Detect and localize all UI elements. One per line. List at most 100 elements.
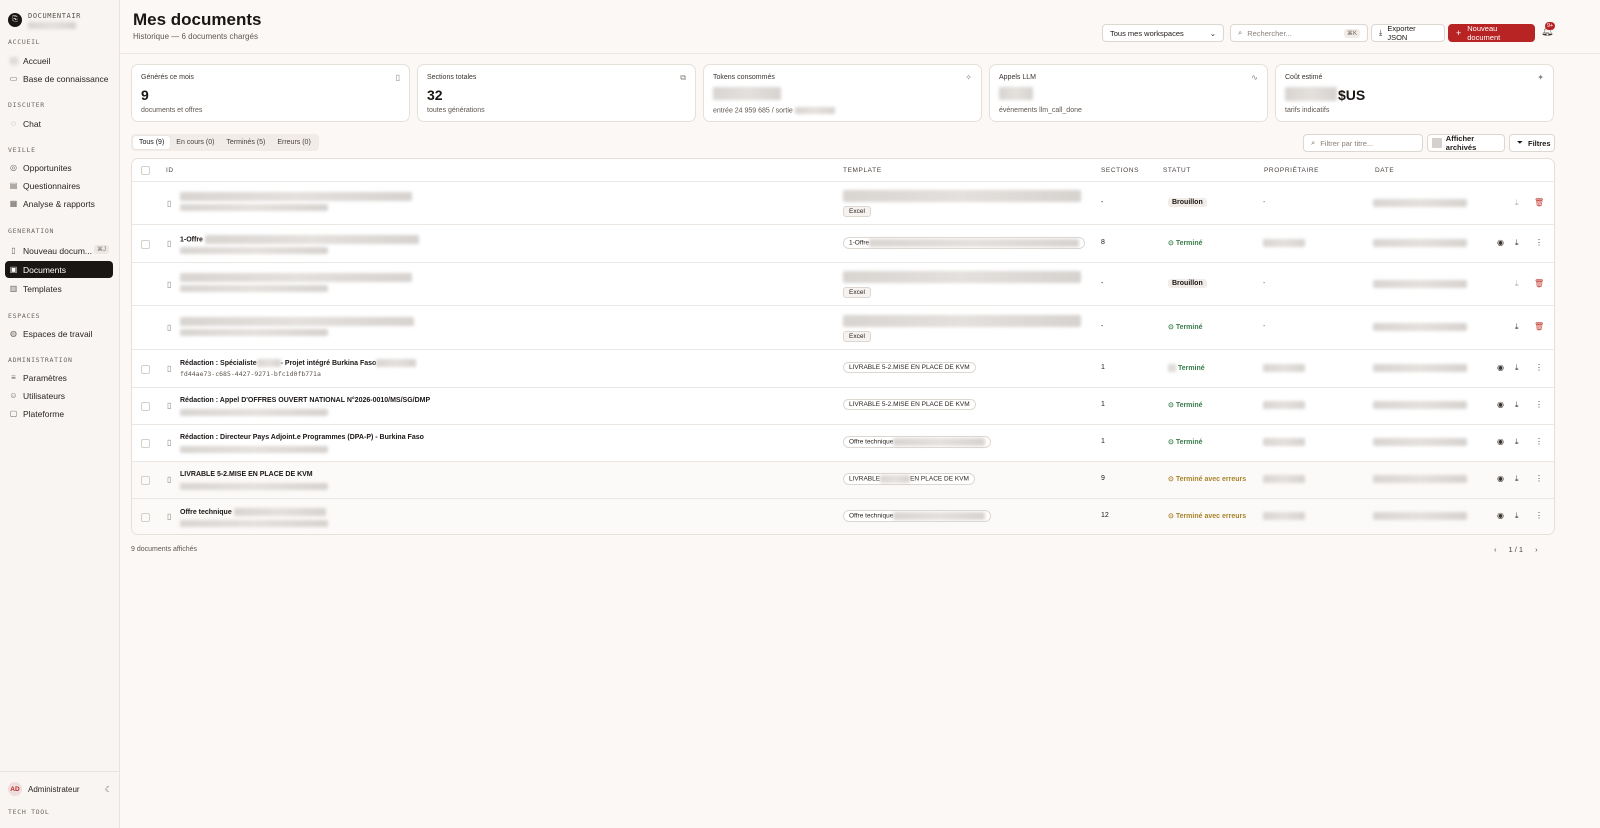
download-icon[interactable]: ⤓ — [1515, 363, 1519, 373]
user-menu[interactable]: AD Administrateur ☾ — [8, 782, 112, 796]
filters-button[interactable]: ⏷ Filtres — [1509, 134, 1555, 152]
status-badge: ⊙ Terminé — [1168, 439, 1203, 446]
section-accueil: ACCUEIL — [8, 38, 41, 46]
col-proprietaire[interactable]: PROPRIÉTAIRE — [1264, 167, 1319, 174]
download-icon[interactable]: ⤓ — [1515, 238, 1519, 248]
row-checkbox[interactable] — [141, 402, 150, 411]
new-document-button[interactable]: + Nouveau document — [1448, 24, 1535, 42]
col-id[interactable]: ID — [166, 167, 174, 174]
sidebar-item-templates[interactable]: ▥ Templates — [5, 280, 113, 297]
col-template[interactable]: TEMPLATE — [843, 167, 882, 174]
table-row[interactable]: ▯ 1-Offre 1-Offre 8 ⊙ Terminé ◉ ⤓ ⋮ — [132, 225, 1554, 263]
logo-icon: ⎘ — [8, 12, 22, 27]
status-badge: ⊙ Terminé — [1168, 324, 1203, 331]
sidebar-item-opportunites[interactable]: ◎ Opportunites — [5, 159, 113, 176]
sidebar-item-accueil[interactable]: Accueil — [5, 52, 113, 69]
table-row[interactable]: ▯ Excel - ⊙ Terminé - ⤓ 🗑︎ — [132, 306, 1554, 350]
page-subtitle: Historique — 6 documents chargés — [133, 32, 258, 41]
tab-tous[interactable]: Tous (9) — [133, 136, 171, 149]
sidebar-item-questionnaires[interactable]: ▤ Questionnaires — [5, 177, 113, 194]
table-row[interactable]: ▯ Offre technique Offre technique 12 ⊙ T… — [132, 499, 1554, 534]
file-icon: ▯ — [167, 364, 172, 373]
table-row[interactable]: ▯ Excel - Brouillon - ⤓ 🗑︎ — [132, 182, 1554, 225]
download-icon[interactable]: ⤓ — [1515, 437, 1519, 447]
eye-icon[interactable]: ◉ — [1497, 437, 1504, 446]
trash-icon[interactable]: 🗑︎ — [1534, 279, 1544, 288]
plus-icon: + — [1456, 28, 1462, 38]
eye-icon[interactable]: ◉ — [1497, 400, 1504, 409]
download-icon[interactable]: ⤓ — [1515, 474, 1519, 484]
template-tag: Excel — [843, 287, 871, 298]
sidebar-item-utilisateurs[interactable]: ☺ Utilisateurs — [5, 387, 113, 404]
users-icon: ☺ — [9, 391, 18, 400]
calls-value-redacted — [999, 87, 1033, 100]
tab-termines[interactable]: Terminés (5) — [220, 136, 271, 149]
row-checkbox[interactable] — [141, 365, 150, 374]
search-input[interactable]: ⌕ Rechercher... ⌘K — [1230, 24, 1368, 42]
eye-icon[interactable]: ◉ — [1497, 511, 1504, 520]
sidebar-item-base[interactable]: ▭ Base de connaissance — [5, 70, 113, 87]
status-tabs: Tous (9) En cours (0) Terminés (5) Erreu… — [131, 134, 319, 151]
download-icon[interactable]: ⤓ — [1515, 400, 1519, 410]
col-statut[interactable]: STATUT — [1163, 167, 1191, 174]
more-icon[interactable]: ⋮ — [1535, 238, 1543, 247]
table-row[interactable]: ▯ Rédaction : Spécialiste - Projet intégr… — [132, 350, 1554, 388]
download-icon[interactable]: ⤓ — [1515, 198, 1519, 208]
sidebar-item-espaces-travail[interactable]: ◍ Espaces de travail — [5, 325, 113, 342]
sidebar-item-analyse[interactable]: ▦ Analyse & rapports — [5, 195, 113, 212]
download-icon[interactable]: ⤓ — [1515, 279, 1519, 289]
brand[interactable]: ⎘ DOCUMENTAIR — [8, 10, 81, 29]
file-icon: ▯ — [167, 438, 172, 447]
chevron-left-icon[interactable]: ‹ — [1494, 545, 1497, 554]
row-checkbox[interactable] — [141, 513, 150, 522]
sidebar-item-chat[interactable]: ◌ Chat — [5, 115, 113, 132]
sidebar-item-plateforme[interactable]: ▢ Plateforme — [5, 405, 113, 422]
stat-card-sections: Sections totales ⧉ 32 toutes générations — [417, 64, 696, 122]
more-icon[interactable]: ⋮ — [1535, 363, 1543, 372]
workspace-select[interactable]: Tous mes workspaces ⌄ — [1102, 24, 1224, 42]
activity-icon: ∿ — [1251, 73, 1258, 82]
export-json-button[interactable]: ⤓ Exporter JSON — [1371, 24, 1445, 42]
show-archived-toggle[interactable]: Afficher archivés — [1427, 134, 1505, 152]
section-espaces: ESPACES — [8, 312, 41, 320]
file-icon: ▯ — [167, 199, 172, 208]
row-checkbox[interactable] — [141, 439, 150, 448]
file-icon: ▯ — [167, 239, 172, 248]
download-icon[interactable]: ⤓ — [1515, 322, 1519, 332]
more-icon[interactable]: ⋮ — [1535, 511, 1543, 520]
table-row[interactable]: ▯ Excel - Brouillon - ⤓ 🗑︎ — [132, 263, 1554, 306]
eye-icon[interactable]: ◉ — [1497, 474, 1504, 483]
trash-icon[interactable]: 🗑︎ — [1534, 322, 1544, 331]
download-icon: ⤓ — [1379, 28, 1383, 37]
status-badge: ⊙ Terminé avec erreurs — [1168, 476, 1247, 483]
eye-icon[interactable]: ◉ — [1497, 363, 1504, 372]
select-all-checkbox[interactable] — [141, 166, 150, 175]
status-badge: Brouillon — [1168, 198, 1207, 207]
more-icon[interactable]: ⋮ — [1535, 437, 1543, 446]
sidebar-item-documents[interactable]: ▣ Documents — [5, 261, 113, 278]
more-icon[interactable]: ⋮ — [1535, 474, 1543, 483]
file-icon: ▯ — [167, 475, 172, 484]
col-date[interactable]: DATE — [1375, 167, 1394, 174]
pagination: ‹ 1 / 1 › — [1494, 545, 1538, 554]
sidebar-item-nouveau-document[interactable]: ▯ Nouveau docum... ⌘J — [5, 242, 113, 259]
eye-icon[interactable]: ◉ — [1497, 238, 1504, 247]
moon-icon[interactable]: ☾ — [105, 785, 112, 794]
chevron-right-icon[interactable]: › — [1535, 545, 1538, 554]
more-icon[interactable]: ⋮ — [1535, 400, 1543, 409]
download-icon[interactable]: ⤓ — [1515, 511, 1519, 521]
archive-checkbox[interactable] — [1432, 138, 1442, 148]
sidebar-item-parametres[interactable]: ≡ Paramètres — [5, 369, 113, 386]
row-checkbox[interactable] — [141, 240, 150, 249]
table-row[interactable]: ▯ Rédaction : Appel D'OFFRES OUVERT NATI… — [132, 388, 1554, 425]
tab-erreurs[interactable]: Erreurs (0) — [271, 136, 316, 149]
filter-title-input[interactable]: ⌕ Filtrer par titre... — [1303, 134, 1423, 152]
col-sections[interactable]: SECTIONS — [1101, 167, 1139, 174]
file-plus-icon: ▯ — [11, 246, 16, 255]
sidebar-divider — [0, 771, 120, 772]
row-checkbox[interactable] — [141, 476, 150, 485]
trash-icon[interactable]: 🗑︎ — [1534, 198, 1544, 207]
table-row[interactable]: ▯ Rédaction : Directeur Pays Adjoint.e P… — [132, 425, 1554, 462]
tab-en-cours[interactable]: En cours (0) — [170, 136, 220, 149]
table-row[interactable]: ▯ LIVRABLE 5-2.MISE EN PLACE DE KVM LIVR… — [132, 462, 1554, 499]
